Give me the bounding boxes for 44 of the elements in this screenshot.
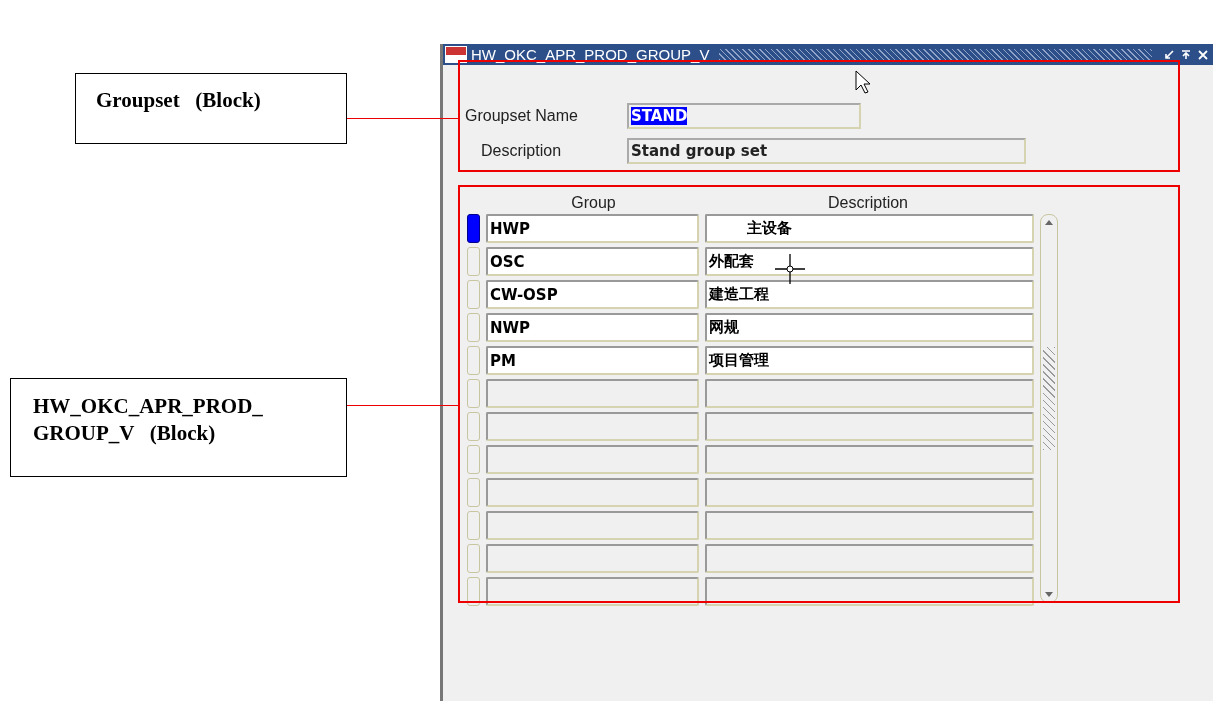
app-icon [445,46,467,63]
table-cell[interactable] [486,478,699,507]
table-cell[interactable] [705,412,1034,441]
table-cell[interactable]: 项目管理 [705,346,1034,375]
scroll-down-arrow-icon[interactable] [1044,590,1054,598]
maximize-button[interactable] [1179,47,1193,62]
table-cell[interactable]: 网规 [705,313,1034,342]
table-cell[interactable] [705,544,1034,573]
window-title: HW_OKC_APR_PROD_GROUP_V [471,46,710,63]
table-cell[interactable] [705,478,1034,507]
record-indicator[interactable] [467,214,480,243]
table-cell[interactable] [486,544,699,573]
text-field[interactable]: STAND [627,103,861,129]
table-cell[interactable]: NWP [486,313,699,342]
table-cell[interactable]: 外配套 [705,247,1034,276]
column-header: Group [570,194,617,213]
text-field[interactable]: Stand group set [627,138,1026,164]
scroll-up-arrow-icon[interactable] [1044,219,1054,227]
table-cell[interactable]: PM [486,346,699,375]
table-cell[interactable] [486,412,699,441]
callout-text: GROUP_V (Block) [33,420,217,448]
callout-text: Groupset (Block) [96,88,262,113]
table-cell[interactable]: 建造工程 [705,280,1034,309]
table-cell[interactable]: CW-OSP [486,280,699,309]
table-cell[interactable] [486,379,699,408]
field-label: Description [480,142,563,160]
table-cell[interactable]: HWP [486,214,699,243]
table-cell[interactable] [486,577,699,606]
mouse-pointer-icon [855,70,871,94]
table-cell[interactable] [486,511,699,540]
table-cell[interactable] [705,511,1034,540]
table-cell[interactable] [705,577,1034,606]
table-cell[interactable] [486,445,699,474]
table-cell[interactable] [705,379,1034,408]
table-cell[interactable]: OSC [486,247,699,276]
scroll-thumb[interactable] [1043,347,1055,450]
close-button[interactable] [1196,47,1210,62]
field-label: Groupset Name [465,107,579,125]
minimize-button[interactable] [1162,47,1176,62]
crosshair-icon [775,254,805,284]
table-cell[interactable]: 主设备 [705,214,1034,243]
callout-text: HW_OKC_APR_PROD_ [33,393,264,420]
table-cell[interactable] [705,445,1034,474]
column-header: Description [827,194,909,213]
